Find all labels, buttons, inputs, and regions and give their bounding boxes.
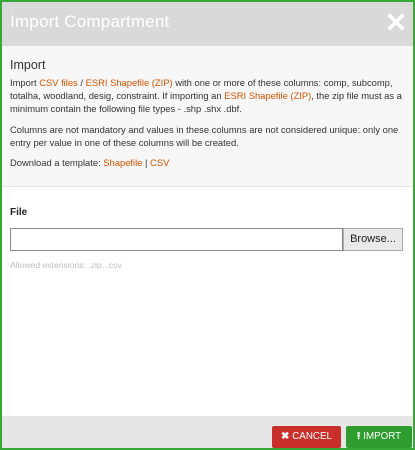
shapefile-template-link[interactable]: Shapefile: [103, 157, 142, 168]
dialog-header: Import Compartment: [2, 2, 413, 46]
esri-shapefile-link[interactable]: ESRI Shapefile (ZIP): [86, 77, 173, 88]
import-info-panel: Import Import CSV files / ESRI Shapefile…: [2, 46, 413, 187]
upload-icon: ⭱: [356, 431, 361, 442]
info-heading: Import: [10, 58, 46, 72]
x-icon: ✖: [281, 431, 290, 442]
info-text: |: [142, 157, 151, 169]
cancel-label: CANCEL: [292, 431, 332, 442]
import-label: IMPORT: [363, 431, 402, 442]
dialog-footer: ✖ CANCEL ⭱ IMPORT: [2, 416, 413, 448]
info-text: Import: [10, 77, 40, 88]
file-label: File: [10, 207, 28, 218]
info-paragraph-formats: Import CSV files / ESRI Shapefile (ZIP) …: [10, 76, 405, 116]
allowed-extensions-hint: Allowed extensions: .zip, .csv: [10, 260, 122, 270]
import-compartment-dialog: Import Compartment Import Import CSV fil…: [0, 0, 415, 450]
file-path-field[interactable]: [10, 228, 343, 251]
esri-shapefile-link-2[interactable]: ESRI Shapefile (ZIP): [224, 90, 311, 101]
info-text: Download a template:: [10, 157, 104, 169]
browse-button[interactable]: Browse...: [343, 228, 403, 251]
file-picker: Browse...: [10, 228, 403, 251]
info-paragraph-templates: Download a template: Shapefile | CSV: [10, 156, 405, 169]
info-text: /: [77, 77, 86, 88]
csv-files-link[interactable]: CSV files: [39, 77, 78, 88]
dialog-title: Import Compartment: [10, 12, 170, 31]
close-icon[interactable]: [387, 13, 405, 31]
cancel-button[interactable]: ✖ CANCEL: [272, 426, 341, 448]
csv-template-link[interactable]: CSV: [150, 157, 169, 168]
info-paragraph-columns: Columns are not mandatory and values in …: [10, 123, 399, 148]
import-button[interactable]: ⭱ IMPORT: [346, 426, 412, 448]
